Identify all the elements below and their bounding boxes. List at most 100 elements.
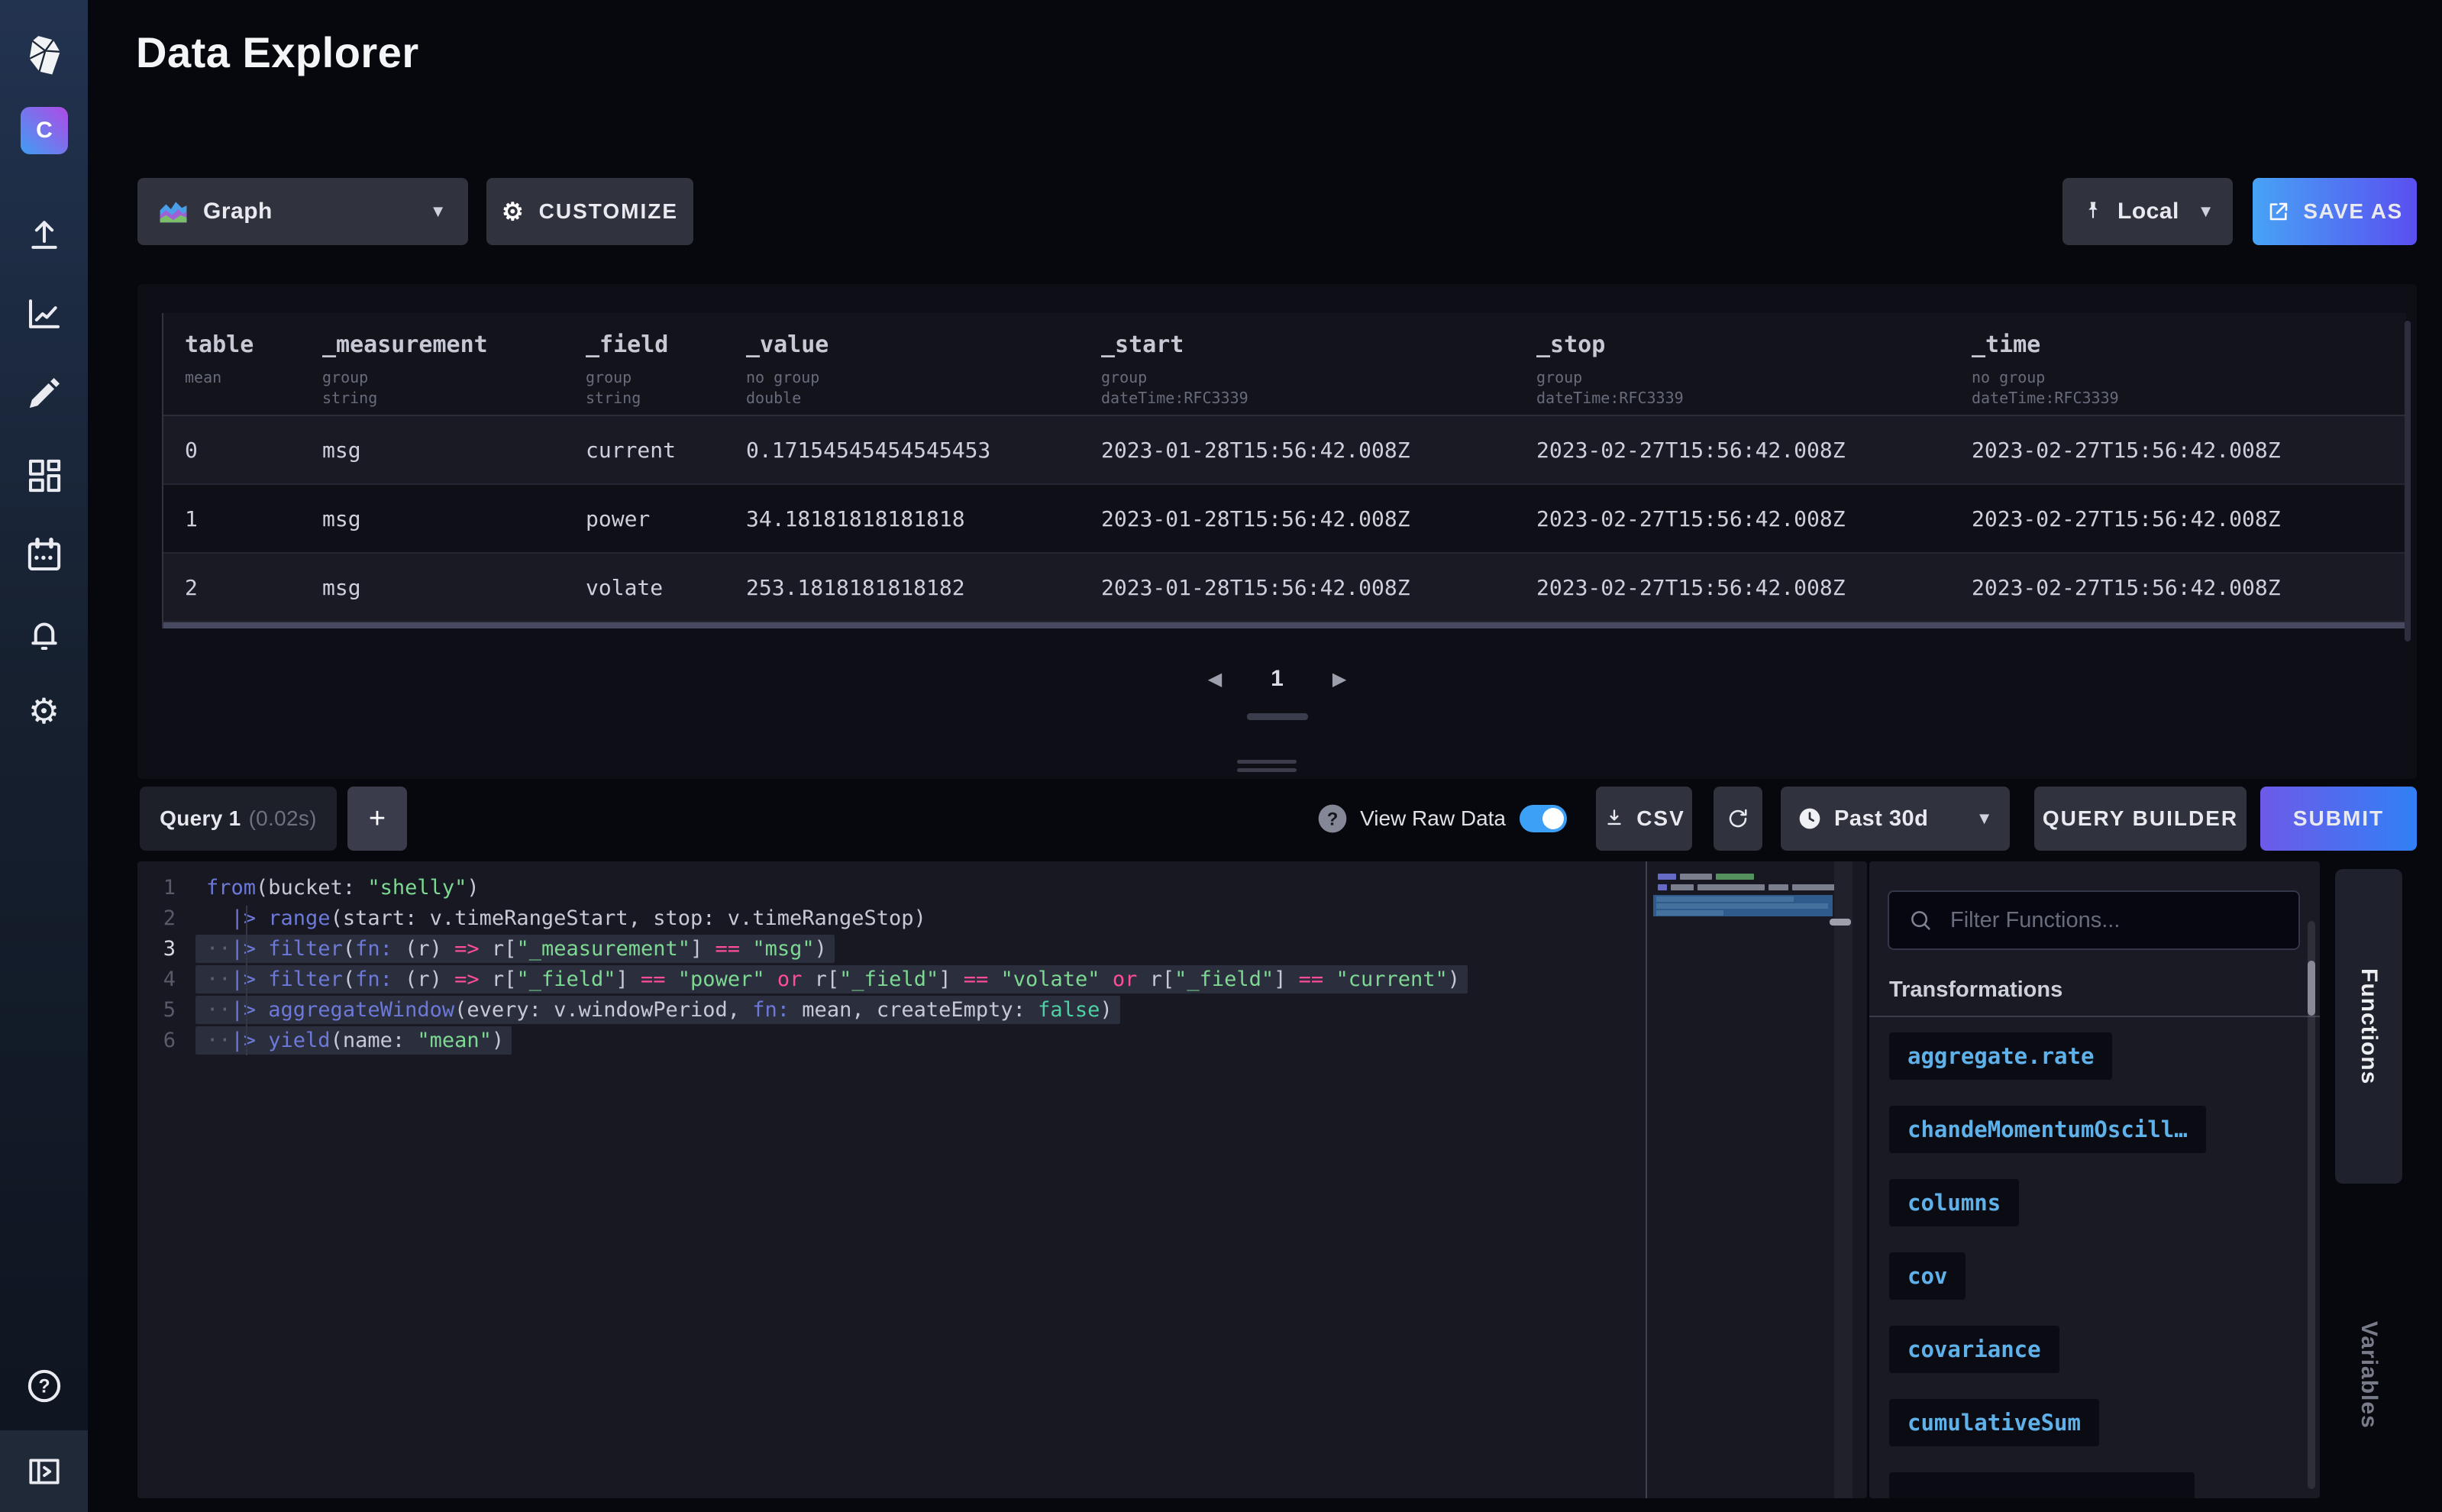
function-chip[interactable]: covariance	[1889, 1326, 2059, 1373]
save-as-button[interactable]: SAVE AS	[2253, 178, 2417, 245]
tab-variables[interactable]: Variables	[2335, 1291, 2402, 1459]
next-page-button[interactable]: ▶	[1332, 668, 1346, 690]
help-icon: ?	[24, 1365, 65, 1407]
column-header: _stopgroupdateTime:RFC3339	[1536, 313, 1972, 415]
filter-functions-search	[1888, 890, 2300, 950]
graph-type-label: Graph	[203, 199, 273, 225]
function-chip[interactable]: cov	[1889, 1252, 1966, 1300]
sidebar-item-load-data[interactable]	[0, 208, 88, 261]
cubo-logo-icon	[21, 32, 68, 79]
column-header: _fieldgroupstring	[586, 313, 746, 415]
svg-text:?: ?	[1327, 809, 1339, 829]
functions-scrollbar-thumb[interactable]	[2308, 961, 2315, 1016]
sidebar-item-tasks[interactable]	[0, 528, 88, 582]
minimap-selection	[1653, 895, 1833, 916]
refresh-button[interactable]	[1714, 787, 1762, 851]
panel-resize-handle[interactable]	[1237, 760, 1297, 777]
function-chip[interactable]: chandeMomentumOscill…	[1889, 1106, 2206, 1153]
influx-cubo-logo[interactable]	[0, 21, 88, 90]
table-header-row: tablemean_measurementgroupstring_fieldgr…	[163, 313, 2406, 416]
csv-label: CSV	[1636, 806, 1685, 831]
filter-functions-input[interactable]	[1950, 908, 2280, 933]
code-line[interactable]: 2 |> range(start: v.timeRangeStart, stop…	[137, 903, 1867, 933]
search-icon	[1907, 907, 1933, 933]
prev-page-button[interactable]: ◀	[1208, 668, 1222, 690]
transformations-section-label: Transformations	[1889, 977, 2062, 1003]
clock-icon	[1798, 806, 1822, 831]
submit-button[interactable]: SUBMIT	[2260, 787, 2417, 851]
function-chip[interactable]: aggregate.rate	[1889, 1032, 2112, 1080]
code-line[interactable]: 1from(bucket: "shelly")	[137, 872, 1867, 903]
time-range-dropdown[interactable]: Past 30d ▼	[1781, 787, 2010, 851]
raw-data-table-panel: tablemean_measurementgroupstring_fieldgr…	[137, 284, 2417, 779]
editor-scrollbar-thumb[interactable]	[1830, 919, 1851, 926]
area-chart-icon	[159, 199, 188, 224]
csv-download-button[interactable]: CSV	[1596, 787, 1692, 851]
table-vertical-scrollbar[interactable]	[2405, 321, 2411, 641]
column-header: _timeno groupdateTime:RFC3339	[1972, 313, 2406, 415]
query-builder-button[interactable]: QUERY BUILDER	[2034, 787, 2247, 851]
download-icon	[1603, 807, 1626, 830]
toggle-knob	[1542, 808, 1564, 829]
sidebar-expand-button[interactable]	[0, 1430, 88, 1512]
bell-icon	[24, 614, 65, 655]
column-header: _measurementgroupstring	[322, 313, 586, 415]
query-duration: (0.02s)	[249, 806, 317, 831]
dashboards-icon	[24, 455, 65, 496]
pencil-icon	[24, 373, 65, 414]
editor-scrollbar-track[interactable]	[1834, 861, 1852, 1498]
account-avatar[interactable]: C	[21, 107, 68, 154]
function-chip[interactable]: columns	[1889, 1179, 2019, 1226]
function-list: aggregate.rate chandeMomentumOscill… colum…	[1889, 1032, 2297, 1498]
editor-minimap-divider	[1646, 861, 1647, 1498]
chevron-down-icon: ▼	[430, 202, 447, 221]
sidebar-item-notebooks[interactable]	[0, 367, 88, 420]
chevron-down-icon: ▼	[2198, 202, 2214, 221]
save-as-label: SAVE AS	[2303, 199, 2402, 224]
sidebar-item-dashboards[interactable]	[0, 449, 88, 502]
customize-button[interactable]: ⚙ CUSTOMIZE	[486, 178, 693, 245]
question-circle-icon[interactable]: ?	[1316, 802, 1349, 835]
time-range-label: Past 30d	[1834, 806, 1928, 832]
functions-panel: Transformations aggregate.rate chandeMome…	[1869, 861, 2320, 1498]
pagination: ◀ 1 ▶	[137, 666, 2417, 692]
code-line[interactable]: 6··|> yield(name: "mean")	[137, 1025, 1867, 1055]
pin-icon	[2081, 199, 2105, 224]
query-tab[interactable]: Query 1 (0.02s)	[140, 787, 337, 851]
flux-code-editor[interactable]: 1from(bucket: "shelly")2 |> range(start:…	[137, 861, 1867, 1498]
function-chip[interactable]: cumulativeSum	[1889, 1399, 2099, 1446]
view-raw-data-toggle[interactable]	[1520, 805, 1567, 832]
table-row: 1msgpower34.181818181818182023-01-28T15:…	[163, 485, 2406, 554]
table-row: 2msgvolate253.18181818181822023-01-28T15…	[163, 554, 2406, 622]
customize-label: CUSTOMIZE	[539, 199, 678, 224]
pagination-indicator-bar	[1247, 713, 1308, 720]
data-explorer-page: C	[0, 0, 2442, 1512]
graph-type-dropdown[interactable]: Graph ▼	[137, 178, 468, 245]
refresh-icon	[1726, 806, 1750, 831]
code-line[interactable]: 3··|> filter(fn: (r) => r["_measurement"…	[137, 933, 1867, 964]
sidebar-item-help[interactable]: ?	[0, 1359, 88, 1413]
visualization-toolbar: Graph ▼ ⚙ CUSTOMIZE Local ▼ SAVE AS	[137, 178, 2417, 245]
sidebar-item-alerts[interactable]	[0, 608, 88, 661]
code-line[interactable]: 4··|> filter(fn: (r) => r["_field"] == "…	[137, 964, 1867, 994]
function-chip-partial[interactable]	[1889, 1472, 2195, 1498]
code-line[interactable]: 5··|> aggregateWindow(every: v.windowPer…	[137, 994, 1867, 1025]
tab-functions[interactable]: Functions	[2335, 869, 2402, 1184]
sidebar-item-settings[interactable]: ⚙	[0, 684, 88, 738]
table-body: 0msgcurrent0.171545454545454532023-01-28…	[163, 416, 2406, 622]
add-query-button[interactable]: +	[347, 787, 407, 851]
indent-guide	[246, 906, 247, 1055]
timezone-dropdown[interactable]: Local ▼	[2062, 178, 2233, 245]
current-page-number[interactable]: 1	[1271, 666, 1284, 692]
column-header: _startgroupdateTime:RFC3339	[1101, 313, 1536, 415]
editor-minimap[interactable]	[1653, 861, 1833, 1498]
table-horizontal-scrollbar[interactable]	[163, 622, 2406, 628]
gear-icon: ⚙	[28, 693, 60, 729]
query-tab-label: Query 1	[160, 806, 241, 831]
sidebar-item-data-explorer[interactable]	[0, 287, 88, 341]
expand-sidebar-icon	[25, 1452, 63, 1491]
view-raw-data-label: View Raw Data	[1360, 806, 1506, 831]
chevron-down-icon: ▼	[1976, 809, 1993, 829]
column-header: tablemean	[185, 313, 322, 415]
export-icon	[2266, 199, 2291, 224]
